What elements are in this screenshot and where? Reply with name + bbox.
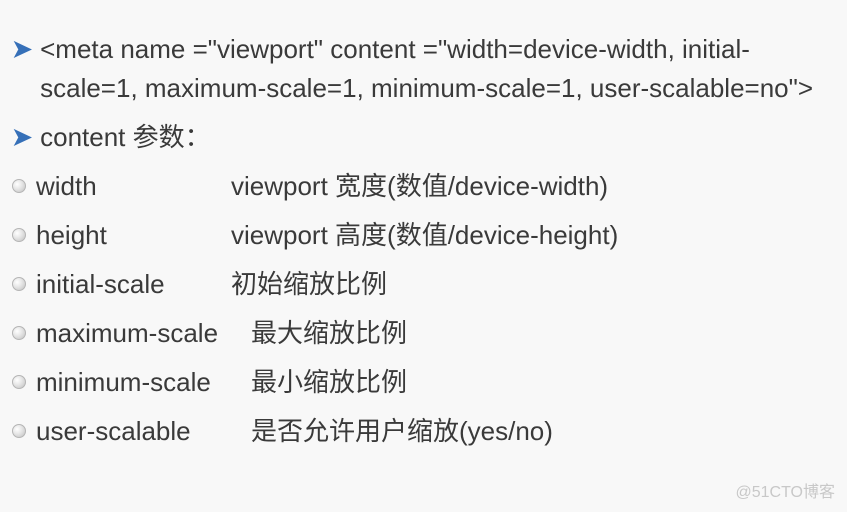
circle-icon	[12, 375, 26, 389]
circle-icon	[12, 424, 26, 438]
param-desc: 初始缩放比例	[231, 265, 387, 304]
arrow-icon: ➤	[12, 32, 32, 68]
param-row-user-scalable: user-scalable 是否允许用户缩放(yes/no)	[12, 412, 835, 451]
arrow-icon: ➤	[12, 120, 32, 156]
param-desc: 最小缩放比例	[251, 363, 407, 402]
param-desc: 最大缩放比例	[251, 314, 407, 353]
circle-icon	[12, 179, 26, 193]
param-row-maximum-scale: maximum-scale 最大缩放比例	[12, 314, 835, 353]
param-name: height	[36, 216, 231, 255]
param-name: minimum-scale	[36, 363, 251, 402]
param-name: maximum-scale	[36, 314, 251, 353]
circle-icon	[12, 228, 26, 242]
param-row-minimum-scale: minimum-scale 最小缩放比例	[12, 363, 835, 402]
param-name: user-scalable	[36, 412, 251, 451]
meta-tag-text: <meta name ="viewport" content ="width=d…	[40, 30, 835, 108]
param-row-height: height viewport 高度(数值/device-height)	[12, 216, 835, 255]
watermark: @51CTO博客	[735, 478, 835, 502]
content-label-text: content 参数：	[40, 118, 835, 157]
param-desc: viewport 高度(数值/device-height)	[231, 216, 618, 255]
content-label-item: ➤ content 参数：	[12, 118, 835, 157]
param-row-width: width viewport 宽度(数值/device-width)	[12, 167, 835, 206]
circle-icon	[12, 277, 26, 291]
param-desc: 是否允许用户缩放(yes/no)	[251, 412, 553, 451]
param-name: width	[36, 167, 231, 206]
param-desc: viewport 宽度(数值/device-width)	[231, 167, 608, 206]
meta-tag-item: ➤ <meta name ="viewport" content ="width…	[12, 30, 835, 108]
param-row-initial-scale: initial-scale 初始缩放比例	[12, 265, 835, 304]
param-name: initial-scale	[36, 265, 231, 304]
circle-icon	[12, 326, 26, 340]
